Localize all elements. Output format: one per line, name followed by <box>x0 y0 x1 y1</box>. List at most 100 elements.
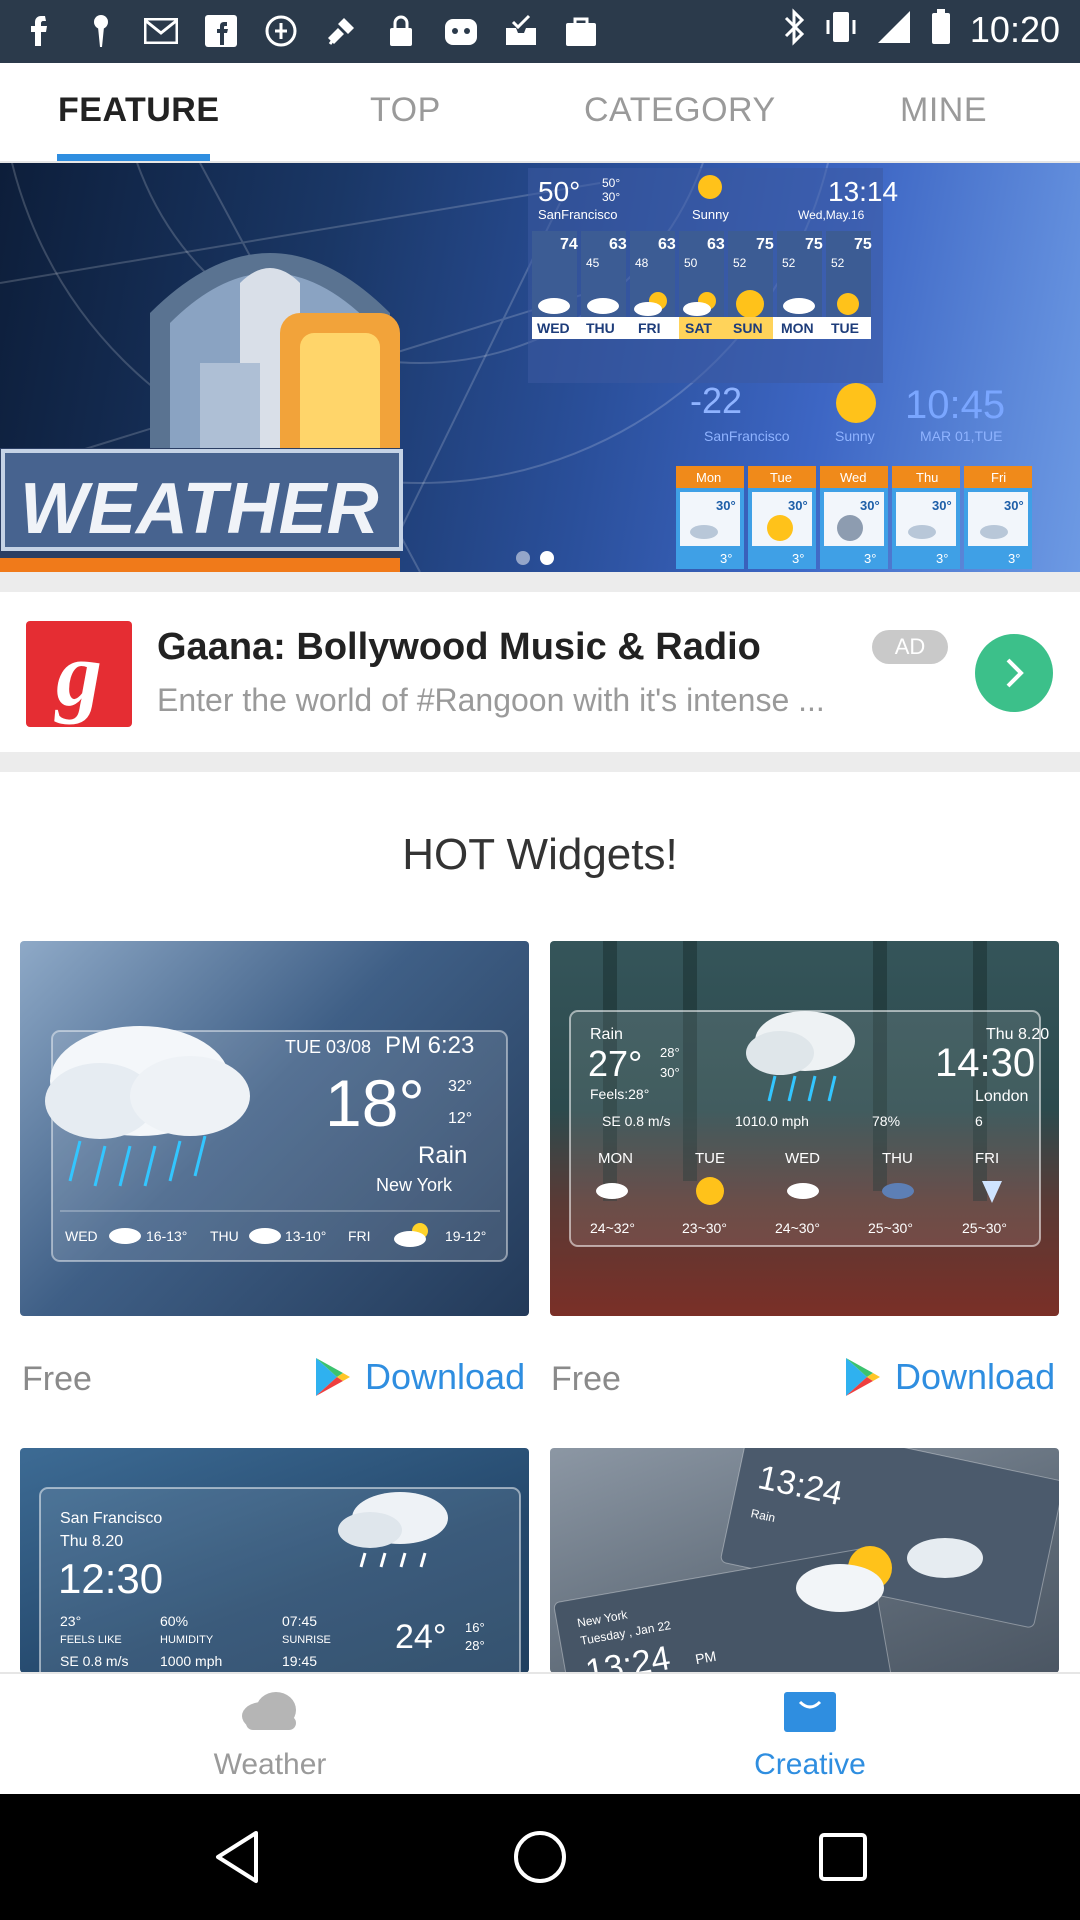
active-tab-indicator <box>57 154 210 161</box>
svg-text:WED: WED <box>537 320 570 336</box>
tab-feature[interactable]: FEATURE <box>58 91 220 130</box>
widget-preview-rain-newyork[interactable]: TUE 03/08 PM 6:23 18° 32° 12° Rain New Y… <box>20 941 529 1316</box>
notification-icons <box>22 12 600 50</box>
svg-text:New York: New York <box>376 1175 453 1195</box>
download-button[interactable]: Download <box>843 1356 1055 1398</box>
svg-text:16°: 16° <box>465 1620 485 1635</box>
svg-text:SUNRISE: SUNRISE <box>282 1634 331 1646</box>
ad-banner[interactable]: g Gaana: Bollywood Music & Radio AD Ente… <box>0 592 1080 752</box>
svg-text:Feels:28°: Feels:28° <box>590 1086 649 1102</box>
svg-text:78%: 78% <box>872 1113 900 1129</box>
svg-text:13-10°: 13-10° <box>285 1228 326 1244</box>
svg-text:SAT: SAT <box>685 320 712 336</box>
data-saver-icon <box>262 12 300 50</box>
price-label: Free <box>551 1360 621 1398</box>
recents-icon[interactable] <box>810 1824 876 1890</box>
svg-text:18°: 18° <box>325 1066 425 1140</box>
svg-text:16-13°: 16-13° <box>146 1228 187 1244</box>
svg-text:MAR 01,TUE: MAR 01,TUE <box>920 428 1002 444</box>
svg-text:52: 52 <box>733 256 747 270</box>
svg-text:Fri: Fri <box>991 470 1006 485</box>
svg-text:28°: 28° <box>465 1638 485 1653</box>
svg-text:24~32°: 24~32° <box>590 1220 635 1236</box>
svg-text:TUE: TUE <box>695 1150 725 1167</box>
banner-day-tiles: Mon Tue Wed Thu Fri 30° 30° 30° 30° 30° … <box>676 466 1032 569</box>
widget-preview-rain-london[interactable]: Rain 27° 28° 30° Feels:28° Thu 8.20 14:3… <box>550 941 1059 1316</box>
page-dot[interactable] <box>516 551 530 565</box>
svg-text:50°: 50° <box>602 176 620 190</box>
svg-text:30°: 30° <box>932 498 952 513</box>
widget-preview-sanfrancisco[interactable]: San Francisco Thu 8.20 12:30 23° FEELS L… <box>20 1448 529 1673</box>
svg-text:MON: MON <box>781 320 814 336</box>
home-icon[interactable] <box>507 1824 573 1890</box>
svg-text:63: 63 <box>609 236 627 253</box>
svg-text:25~30°: 25~30° <box>868 1220 913 1236</box>
vibrate-icon <box>824 8 858 51</box>
svg-text:3°: 3° <box>936 551 948 566</box>
gaana-logo: g <box>26 621 132 727</box>
svg-text:75: 75 <box>756 236 774 253</box>
svg-text:63: 63 <box>658 236 676 253</box>
svg-text:FRI: FRI <box>638 320 661 336</box>
battery-icon <box>930 8 952 51</box>
widget-preview-newyork-cards[interactable]: 13:24 Rain New York Tuesday , Jan 22 13:… <box>550 1448 1059 1673</box>
download-button[interactable]: Download <box>313 1356 525 1398</box>
svg-text:FRI: FRI <box>975 1150 999 1167</box>
tab-category[interactable]: CATEGORY <box>584 91 776 130</box>
svg-text:WEATHER: WEATHER <box>20 469 379 549</box>
tab-mine[interactable]: MINE <box>900 91 987 130</box>
cloud-icon <box>240 1688 300 1737</box>
svg-text:THU: THU <box>882 1150 913 1167</box>
bag-icon <box>782 1688 838 1739</box>
google-play-icon <box>846 1358 880 1396</box>
section-title: HOT Widgets! <box>402 830 678 879</box>
svg-text:52: 52 <box>782 256 796 270</box>
svg-text:19-12°: 19-12° <box>445 1228 486 1244</box>
nav-creative[interactable]: Creative <box>540 1674 1080 1796</box>
shopping-bag-icon <box>562 12 600 50</box>
svg-text:Wed,May.16: Wed,May.16 <box>798 208 865 222</box>
banner-forecast-days: 74 63 63 63 75 75 75 45 48 50 52 52 52 W… <box>532 231 872 339</box>
divider <box>0 752 1080 772</box>
back-icon[interactable] <box>204 1824 270 1890</box>
svg-text:Wed: Wed <box>840 470 867 485</box>
svg-text:Sunny: Sunny <box>835 428 875 444</box>
google-play-icon <box>316 1358 350 1396</box>
svg-text:Tue: Tue <box>770 470 792 485</box>
promo-banner[interactable]: WEATHER 50° 50° 30° SanFrancisco Sunny 1… <box>0 163 1080 572</box>
svg-text:San Francisco: San Francisco <box>60 1510 162 1527</box>
signal-icon <box>876 9 912 50</box>
ad-open-button[interactable] <box>975 634 1053 712</box>
svg-text:30°: 30° <box>660 1065 680 1080</box>
download-label: Download <box>365 1356 526 1397</box>
svg-text:07:45: 07:45 <box>282 1613 317 1629</box>
svg-text:1000 mph: 1000 mph <box>160 1653 222 1669</box>
svg-text:THU: THU <box>586 320 615 336</box>
facebook-icon <box>202 12 240 50</box>
bluetooth-icon <box>782 8 806 51</box>
svg-text:PM 6:23: PM 6:23 <box>385 1032 474 1059</box>
gmail-icon <box>142 12 180 50</box>
nav-weather[interactable]: Weather <box>0 1674 540 1796</box>
svg-text:1010.0 mph: 1010.0 mph <box>735 1113 809 1129</box>
svg-text:3°: 3° <box>1008 551 1020 566</box>
svg-text:Rain: Rain <box>418 1142 467 1169</box>
tab-top[interactable]: TOP <box>370 91 441 130</box>
svg-text:13:14: 13:14 <box>828 176 898 207</box>
svg-text:60%: 60% <box>160 1613 188 1629</box>
fake-gps-icon <box>322 12 360 50</box>
svg-text:30°: 30° <box>788 498 808 513</box>
svg-text:SanFrancisco: SanFrancisco <box>538 207 617 222</box>
svg-text:30°: 30° <box>716 498 736 513</box>
svg-text:WED: WED <box>785 1150 820 1167</box>
page-dot-active[interactable] <box>540 551 554 565</box>
facebook-icon <box>22 12 60 50</box>
pin-icon <box>82 12 120 50</box>
svg-text:30°: 30° <box>602 190 620 204</box>
svg-text:52: 52 <box>831 256 845 270</box>
ad-badge: AD <box>872 630 948 664</box>
price-label: Free <box>22 1360 92 1398</box>
svg-text:23°: 23° <box>60 1613 81 1629</box>
inbox-check-icon <box>502 12 540 50</box>
svg-text:Mon: Mon <box>696 470 721 485</box>
